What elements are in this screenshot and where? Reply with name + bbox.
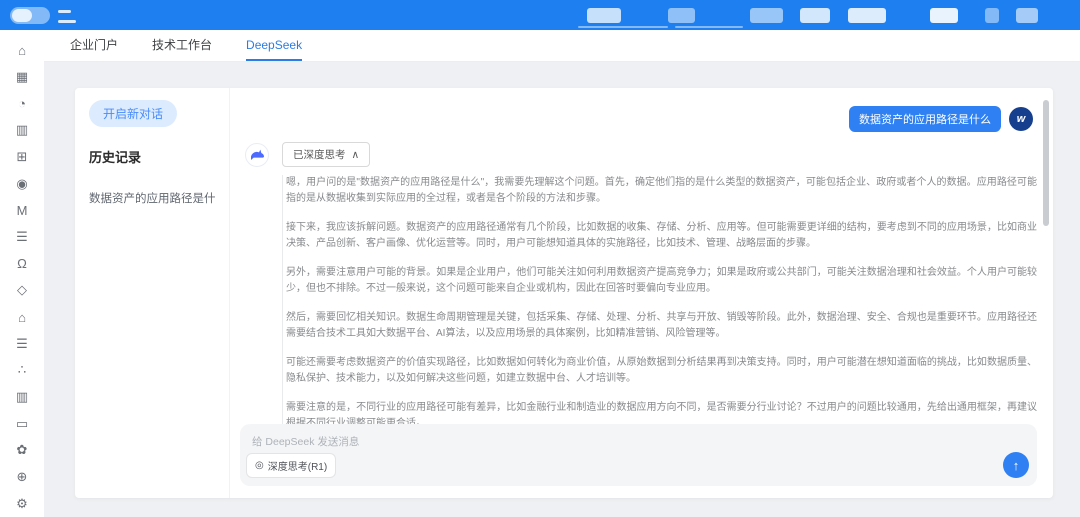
history-item[interactable]: 数据资产的应用路径是什么: [89, 190, 215, 206]
tab-deepseek[interactable]: DeepSeek: [246, 30, 302, 61]
send-button[interactable]: ↑: [1003, 452, 1029, 478]
barcode-alt-icon[interactable]: ▥: [9, 384, 36, 411]
thought-paragraph: 嗯，用户问的是"数据资产的应用路径是什么"，我需要先理解这个问题。首先，确定他们…: [286, 175, 1037, 207]
chat-area: 数据资产的应用路径是什么 w 已深度思考 ∧ 嗯，用户问的是"数据资产的应用路径…: [230, 88, 1053, 498]
topbar-blurred-item[interactable]: [930, 8, 958, 23]
deep-thought-toggle-label: 已深度思考: [293, 147, 346, 162]
user-message-row: 数据资产的应用路径是什么 w: [230, 88, 1053, 132]
topbar-blurred-item[interactable]: [848, 8, 886, 23]
add-card-icon[interactable]: ⊞: [9, 144, 36, 171]
deepseek-chat-card: 开启新对话 历史记录 数据资产的应用路径是什么 数据资产的应用路径是什么 w 已…: [75, 88, 1053, 498]
user-avatar: w: [1009, 107, 1033, 131]
topbar-blurred-item[interactable]: [800, 8, 830, 23]
app-logo: [10, 7, 50, 24]
gear-icon[interactable]: ⚙: [9, 490, 36, 517]
topbar-underline: [675, 26, 743, 28]
tree-icon[interactable]: ∴: [9, 357, 36, 384]
topbar-blurred-item[interactable]: [1016, 8, 1038, 23]
history-heading: 历史记录: [89, 147, 215, 166]
assistant-row: 已深度思考 ∧: [245, 142, 1053, 167]
thought-paragraph: 另外，需要注意用户可能的背景。如果是企业用户，他们可能关注如何利用数据资产提高竞…: [286, 265, 1037, 297]
new-chat-button[interactable]: 开启新对话: [89, 100, 177, 127]
flower-icon[interactable]: ✿: [9, 437, 36, 464]
globe-icon[interactable]: ⊕: [9, 464, 36, 491]
home-alt-icon[interactable]: ⌂: [9, 304, 36, 331]
chevron-up-icon: ∧: [352, 149, 360, 161]
shield-icon[interactable]: ◇: [9, 277, 36, 304]
thought-paragraph: 然后，需要回忆相关知识。数据生命周期管理是关键，包括采集、存储、处理、分析、共享…: [286, 310, 1037, 342]
barcode-icon[interactable]: ▥: [9, 117, 36, 144]
icon-sidebar: ⌂▦◔▥⊞◉M☰Ω◇⌂☰∴▥▭✿⊕⚙: [0, 30, 44, 517]
tab-bar: 企业门户 技术工作台 DeepSeek: [44, 30, 1080, 62]
deepthink-r1-button[interactable]: ◎ 深度思考(R1): [246, 453, 336, 478]
deepthink-label: 深度思考(R1): [268, 458, 327, 473]
organization-icon[interactable]: ▦: [9, 64, 36, 91]
conversation-panel: 开启新对话 历史记录 数据资产的应用路径是什么: [75, 88, 230, 498]
deepseek-whale-logo-icon: [245, 143, 269, 167]
topbar-blurred-item[interactable]: [587, 8, 621, 23]
home-icon[interactable]: ⌂: [9, 37, 36, 64]
badge-icon[interactable]: ◉: [9, 170, 36, 197]
user-message-bubble: 数据资产的应用路径是什么: [849, 106, 1001, 132]
app-window: ⌂▦◔▥⊞◉M☰Ω◇⌂☰∴▥▭✿⊕⚙ 企业门户 技术工作台 DeepSeek 开…: [0, 0, 1080, 517]
tab-tech-workbench[interactable]: 技术工作台: [152, 30, 212, 61]
thought-paragraph: 接下来，我应该拆解问题。数据资产的应用路径通常有几个阶段，比如数据的收集、存储、…: [286, 220, 1037, 252]
message-input-placeholder: 给 DeepSeek 发送消息: [252, 434, 359, 449]
arrow-up-icon: ↑: [1013, 458, 1020, 473]
letter-m-icon[interactable]: M: [9, 197, 36, 224]
chat-scrollbar[interactable]: [1043, 100, 1049, 226]
deepthink-icon: ◎: [255, 460, 264, 471]
list-icon[interactable]: ☰: [9, 224, 36, 251]
deep-thought-toggle[interactable]: 已深度思考 ∧: [282, 142, 370, 167]
message-input-container[interactable]: 给 DeepSeek 发送消息 ◎ 深度思考(R1) ↑: [240, 424, 1037, 486]
tab-enterprise-portal[interactable]: 企业门户: [70, 30, 118, 61]
thought-paragraph: 可能还需要考虑数据资产的价值实现路径，比如数据如何转化为商业价值，从原始数据到分…: [286, 355, 1037, 387]
topbar-blurred-item[interactable]: [668, 8, 695, 23]
topbar-blurred-item[interactable]: [985, 8, 999, 23]
user-icon[interactable]: Ω: [9, 250, 36, 277]
thought-content: 嗯，用户问的是"数据资产的应用路径是什么"，我需要先理解这个问题。首先，确定他们…: [282, 175, 1037, 433]
rows-icon[interactable]: ☰: [9, 330, 36, 357]
topbar-underline: [578, 26, 668, 28]
top-navigation-bar: [0, 0, 1080, 30]
pie-chart-icon[interactable]: ◔: [9, 90, 36, 117]
folder-icon[interactable]: ▭: [9, 410, 36, 437]
topbar-blurred-item[interactable]: [750, 8, 783, 23]
